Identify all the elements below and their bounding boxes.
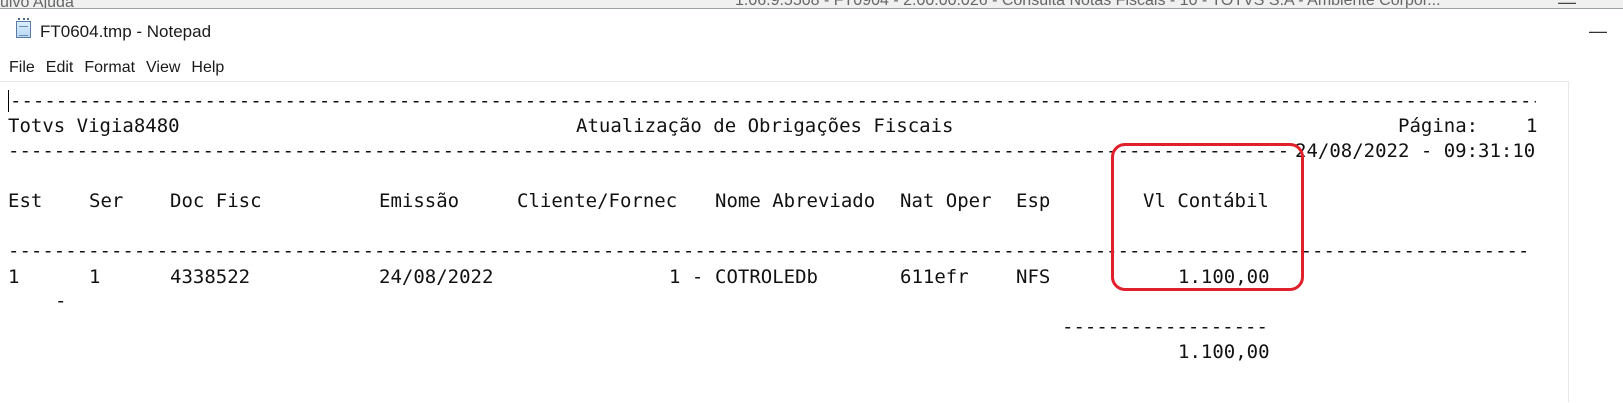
page-number: 1	[1526, 115, 1538, 137]
menu-bar: File Edit Format View Help	[0, 55, 1623, 81]
separator-date: ----------------------------------------…	[8, 140, 1288, 162]
page-label: Página:	[1398, 115, 1479, 137]
window-title: FT0604.tmp - Notepad	[40, 22, 212, 41]
total-separator: ------------------	[1062, 316, 1268, 338]
text-editor-area[interactable]: ----------------------------------------…	[0, 81, 1568, 403]
report-title: Atualização de Obrigações Fiscais	[576, 115, 954, 137]
col-esp: Esp	[1016, 190, 1051, 212]
col-ser: Ser	[89, 190, 124, 212]
background-minimize-icon[interactable]: —	[1558, 0, 1576, 8]
vertical-scrollbar[interactable]	[1568, 81, 1623, 402]
col-nome-abreviado: Nome Abreviado	[715, 190, 876, 212]
title-bar[interactable]: FT0604.tmp - Notepad —	[0, 9, 1623, 51]
background-window-title: 1.06.9.5508 - FT0904 - 2.00.00.026 - Con…	[735, 0, 1441, 8]
minimize-icon[interactable]: —	[1584, 17, 1612, 45]
menu-file[interactable]: File	[9, 59, 35, 77]
row-continuation: -	[55, 290, 67, 312]
row-nome: COTROLEDb	[715, 266, 818, 288]
background-menu-text: uivo Ajuda	[0, 0, 74, 8]
col-est: Est	[8, 190, 43, 212]
row-esp: NFS	[1016, 266, 1051, 288]
row-cliente: 1 -	[669, 266, 704, 288]
col-emissao: Emissão	[379, 190, 460, 212]
col-cliente-fornec: Cliente/Fornec	[517, 190, 678, 212]
row-ser: 1	[89, 266, 101, 288]
row-emissao: 24/08/2022	[379, 266, 494, 288]
report-datetime: 24/08/2022 - 09:31:10	[1295, 140, 1536, 162]
text-caret	[8, 90, 9, 112]
col-nat-oper: Nat Oper	[900, 190, 992, 212]
background-window-strip: uivo Ajuda 1.06.9.5508 - FT0904 - 2.00.0…	[0, 0, 1623, 8]
menu-edit[interactable]: Edit	[46, 59, 74, 77]
notepad-window: FT0604.tmp - Notepad — File Edit Format …	[0, 8, 1623, 403]
notepad-icon	[16, 18, 31, 38]
row-est: 1	[8, 266, 20, 288]
report-company: Totvs Vigia8480	[8, 115, 180, 137]
col-doc-fisc: Doc Fisc	[170, 190, 262, 212]
menu-view[interactable]: View	[146, 59, 180, 77]
menu-format[interactable]: Format	[84, 59, 135, 77]
row-doc: 4338522	[170, 266, 251, 288]
menu-help[interactable]: Help	[191, 59, 224, 77]
separator-top: ----------------------------------------…	[10, 90, 1536, 112]
total-value: 1.100,00	[1178, 341, 1270, 363]
row-nat: 611efr	[900, 266, 969, 288]
highlight-annotation	[1111, 143, 1304, 291]
